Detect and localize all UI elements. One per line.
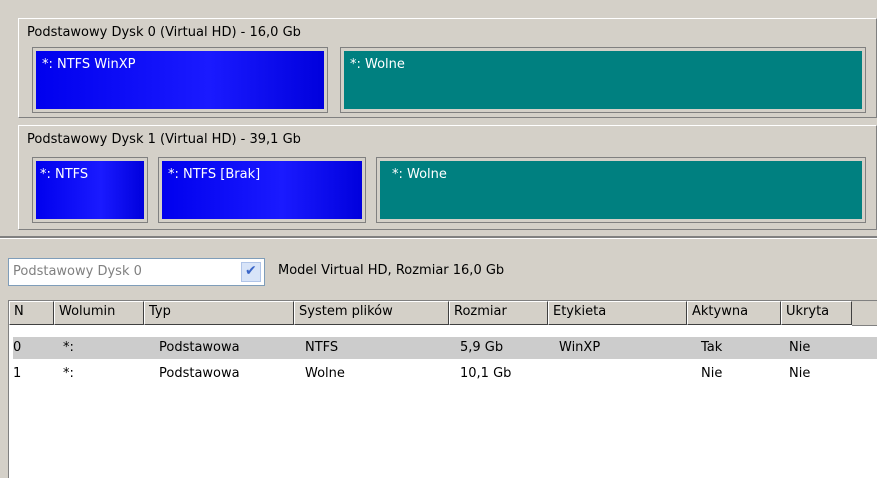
partition-label: *: NTFS WinXP [42, 57, 136, 72]
column-header-n[interactable]: N [9, 301, 54, 325]
cell-volume: *: [63, 366, 74, 381]
header-filler [852, 301, 877, 326]
dropdown-button[interactable]: ✔ [241, 262, 261, 282]
cell-type: Podstawowa [159, 340, 240, 355]
cell-type: Podstawowa [159, 366, 240, 381]
cell-active: Nie [701, 366, 723, 381]
partition-ntfs-brak[interactable]: *: NTFS [Brak] [158, 157, 366, 223]
cell-n: 0 [13, 340, 22, 355]
chevron-down-icon: ✔ [245, 263, 257, 279]
disk-1-title: Podstawowy Dysk 1 (Virtual HD) - 39,1 Gb [27, 132, 301, 147]
cell-filesystem: Wolne [305, 366, 345, 381]
partition-ntfs-winxp[interactable]: *: NTFS WinXP [32, 47, 328, 113]
disk-select[interactable]: Podstawowy Dysk 0 ✔ [8, 258, 265, 286]
partition-label: *: NTFS [40, 167, 89, 182]
column-header-hidden[interactable]: Ukryta [781, 301, 852, 325]
disk-1-panel: Podstawowy Dysk 1 (Virtual HD) - 39,1 Gb… [18, 125, 877, 230]
column-header-label[interactable]: Etykieta [548, 301, 687, 325]
partition-free-space[interactable]: *: Wolne [340, 47, 866, 113]
cell-hidden: Nie [789, 366, 811, 381]
disk-0-panel: Podstawowy Dysk 0 (Virtual HD) - 16,0 Gb… [18, 18, 877, 118]
table-row[interactable]: 0 *: Podstawowa NTFS 5,9 Gb WinXP Tak Ni… [13, 337, 877, 359]
column-header-type[interactable]: Typ [144, 301, 294, 325]
splitter-highlight [0, 238, 877, 239]
cell-size: 10,1 Gb [460, 366, 512, 381]
partition-table: N Wolumin Typ System plików Rozmiar Etyk… [8, 300, 877, 478]
column-header-size[interactable]: Rozmiar [449, 301, 548, 325]
cell-size: 5,9 Gb [460, 340, 504, 355]
partition-ntfs[interactable]: *: NTFS [32, 157, 148, 223]
cell-volume: *: [63, 340, 74, 355]
table-row[interactable]: 1 *: Podstawowa Wolne 10,1 Gb Nie Nie [13, 363, 877, 385]
cell-hidden: Nie [789, 340, 811, 355]
column-header-filesystem[interactable]: System plików [294, 301, 449, 325]
disk-select-value: Podstawowy Dysk 0 [13, 264, 142, 279]
model-info: Model Virtual HD, Rozmiar 16,0 Gb [278, 263, 505, 278]
partition-label: *: Wolne [392, 167, 447, 182]
disk-0-title: Podstawowy Dysk 0 (Virtual HD) - 16,0 Gb [27, 25, 301, 40]
column-header-volume[interactable]: Wolumin [54, 301, 144, 325]
cell-filesystem: NTFS [305, 340, 339, 355]
cell-n: 1 [13, 366, 22, 381]
cell-active: Tak [701, 340, 723, 355]
column-header-active[interactable]: Aktywna [687, 301, 781, 325]
partition-label: *: NTFS [Brak] [168, 167, 261, 182]
partition-label: *: Wolne [350, 57, 405, 72]
cell-label: WinXP [559, 340, 601, 355]
partition-free-space[interactable]: *: Wolne [376, 157, 866, 223]
